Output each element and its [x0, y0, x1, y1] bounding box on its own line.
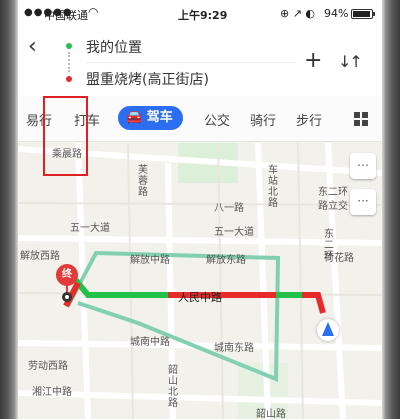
- destination-field[interactable]: 盟重烧烤(高正街店): [86, 69, 209, 89]
- tab-transit[interactable]: 公交: [204, 110, 230, 129]
- wifi-icon: ◠: [88, 5, 99, 19]
- map-label: 城南中路: [130, 337, 170, 348]
- highlight-box-taxi-tab: [43, 96, 88, 176]
- map-label: 八一路: [214, 203, 244, 214]
- swap-route-icon[interactable]: ↓↑: [338, 52, 363, 71]
- map-label: 湘江中路: [32, 387, 72, 398]
- map-label: 东二环: [324, 229, 334, 262]
- map-view[interactable]: 乘晨路 车站北路 东二环 路立交 八一路 五一大道 解放西路 解放中路 解放东路…: [18, 142, 382, 419]
- tab-drive[interactable]: 🚘 驾车: [118, 106, 183, 130]
- map-label: 解放西路: [20, 251, 60, 262]
- map-label: 人民中路: [178, 291, 222, 304]
- origin-field[interactable]: 我的位置: [86, 37, 142, 57]
- clock: 上午9:29: [178, 9, 228, 22]
- map-label: 韶山路: [256, 409, 286, 419]
- status-bar: ●●●●● 中国联通 ◠ 上午9:29 ⊕ ↗ ◐ 94%: [18, 0, 382, 26]
- app-screen: ●●●●● 中国联通 ◠ 上午9:29 ⊕ ↗ ◐ 94% ‹ 我的位置 盟重烧…: [18, 0, 382, 419]
- map-label: 解放东路: [206, 255, 246, 266]
- add-waypoint-icon[interactable]: +: [304, 48, 322, 73]
- field-divider: [86, 62, 296, 63]
- map-label: 路立交: [318, 201, 348, 212]
- status-icons: ⊕ ↗ ◐: [280, 7, 316, 20]
- route-input-panel: ‹ 我的位置 盟重烧烤(高正街店) + ↓↑: [18, 26, 382, 96]
- battery-icon: [351, 9, 375, 19]
- tab-walking[interactable]: 步行: [296, 110, 322, 129]
- destination-dot-icon: [66, 76, 72, 82]
- current-location-icon: [62, 292, 72, 302]
- car-icon: 🚘: [126, 110, 147, 125]
- start-marker-icon: 终: [56, 264, 78, 286]
- more-grid-icon[interactable]: [354, 112, 368, 126]
- tab-cycling[interactable]: 骑行: [250, 110, 276, 129]
- map-label: 车站北路: [268, 165, 278, 209]
- carrier-name: 中国联通: [44, 9, 88, 22]
- map-label: 解放中路: [130, 255, 170, 266]
- battery-percent: 94%: [324, 7, 349, 20]
- origin-dot-icon: [66, 43, 72, 49]
- map-label: 五一大道: [70, 223, 110, 234]
- map-label: 东二环: [318, 187, 348, 198]
- navigation-arrow-icon[interactable]: [317, 319, 339, 341]
- map-label: 城南东路: [214, 343, 254, 354]
- map-label: 芙蓉路: [138, 165, 148, 198]
- map-label: 劳动西路: [28, 361, 68, 372]
- map-label: 五一大道: [214, 227, 254, 238]
- back-arrow-icon[interactable]: ‹: [28, 34, 37, 59]
- map-label: 韶山北路: [168, 365, 178, 409]
- route-connector: [68, 52, 70, 72]
- traffic-toggle-button[interactable]: ⋯: [350, 153, 376, 179]
- tab-drive-label: 驾车: [146, 110, 173, 125]
- more-options-button[interactable]: ···: [350, 189, 376, 215]
